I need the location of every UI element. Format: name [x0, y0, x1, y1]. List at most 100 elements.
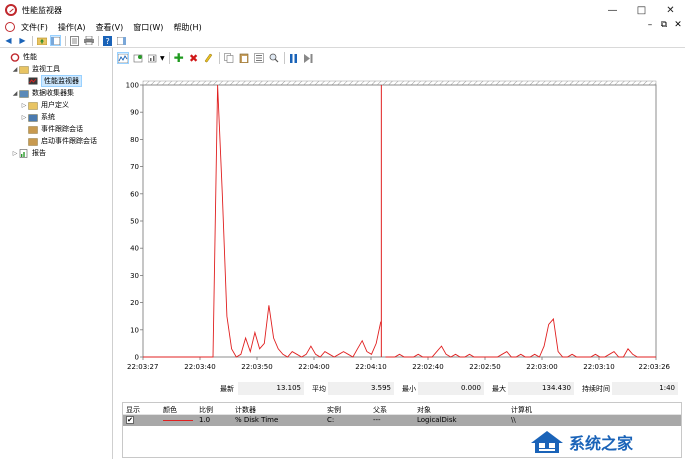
collector-set-icon — [19, 89, 29, 98]
counter-computer: \\ — [511, 416, 516, 424]
toolbar-separator — [65, 35, 66, 46]
col-parent[interactable]: 父系 — [373, 405, 387, 415]
last-label: 最新 — [220, 385, 234, 393]
tree-item[interactable]: 启动事件跟踪会话 — [20, 135, 97, 147]
console-tree: 性能 ◢ 监视工具 性能监视器 ◢ 数据收集器集 ▷ 用户定义 ▷ 系统 事件跟踪会话 启动事件跟踪会… — [0, 48, 113, 459]
col-color[interactable]: 颜色 — [163, 405, 177, 415]
menu-help[interactable]: 帮助(H) — [173, 22, 201, 33]
tree-expander-icon[interactable]: ▷ — [20, 102, 28, 109]
print-button[interactable] — [83, 35, 94, 46]
maximum-label: 最大 — [492, 385, 506, 393]
mdi-close-button[interactable]: ✕ — [671, 20, 685, 30]
properties-button[interactable] — [69, 35, 80, 46]
help-button[interactable]: ? — [102, 35, 113, 46]
arrow-right-icon: ▶ — [19, 36, 26, 45]
menu-action[interactable]: 操作(A) — [58, 22, 86, 33]
y-tick-label: 50 — [130, 218, 139, 226]
house-logo-icon — [531, 431, 563, 453]
up-folder-button[interactable] — [36, 35, 47, 46]
tree-item-label: 监视工具 — [32, 65, 60, 73]
folder-up-icon — [36, 37, 47, 45]
tree-item-label: 事件跟踪会话 — [41, 125, 83, 133]
watermark-text: 系统之家 — [569, 434, 634, 453]
tree-expander-icon[interactable]: ▷ — [20, 114, 28, 121]
minimize-button[interactable]: — — [598, 0, 627, 20]
series-color-swatch — [163, 420, 193, 421]
toolbar-separator — [98, 35, 99, 46]
title-bar: 性能监视器 — □ ✕ — [0, 0, 685, 20]
show-hide-console-tree-button[interactable] — [50, 35, 61, 46]
x-tick-label: 22:04:00 — [298, 363, 329, 371]
col-show[interactable]: 显示 — [126, 405, 140, 415]
tree-item-label: 性能监视器 — [41, 75, 82, 87]
folder-icon — [28, 101, 38, 110]
show-checkbox[interactable]: ✔ — [126, 416, 134, 424]
tree-item[interactable]: ▷ 系统 — [20, 111, 55, 123]
y-tick-label: 0 — [135, 354, 139, 362]
y-tick-label: 100 — [126, 82, 139, 90]
tree-item-label: 系统 — [41, 113, 55, 121]
svg-text:?: ? — [106, 37, 110, 46]
tree-item[interactable]: ▷ 报告 — [11, 147, 46, 159]
col-counter[interactable]: 计数器 — [235, 405, 256, 415]
counter-row[interactable]: ✔ 1.0 % Disk Time C: --- LogicalDisk \\ — [123, 415, 681, 426]
x-tick-label: 22:02:50 — [469, 363, 500, 371]
tree-item[interactable]: ◢ 数据收集器集 — [11, 87, 74, 99]
duration-value: 1:40 — [612, 382, 678, 395]
chart-top-strip — [142, 80, 657, 86]
tree-item-label: 报告 — [32, 149, 46, 157]
x-tick-label: 22:03:40 — [184, 363, 215, 371]
menu-app-icon[interactable] — [5, 22, 15, 32]
col-computer[interactable]: 计算机 — [511, 405, 532, 415]
system-icon — [28, 113, 38, 122]
tree-expander-icon[interactable]: ◢ — [11, 90, 19, 97]
tree-item-label: 数据收集器集 — [32, 89, 74, 97]
x-tick-label: 22:03:27 — [127, 363, 158, 371]
col-object[interactable]: 对象 — [417, 405, 431, 415]
forward-button[interactable]: ▶ — [17, 35, 28, 46]
counter-scale: 1.0 — [199, 416, 211, 424]
window-controls: — □ ✕ — [598, 0, 685, 20]
main-toolbar: ◀ ▶ ? — [0, 34, 685, 48]
col-scale[interactable]: 比例 — [199, 405, 213, 415]
menu-bar: 文件(F) 操作(A) 查看(V) 窗口(W) 帮助(H) – ⧉ ✕ — [0, 20, 685, 34]
last-value: 13.105 — [238, 382, 304, 395]
tree-item[interactable]: ▷ 用户定义 — [20, 99, 69, 111]
counter-parent: --- — [373, 416, 381, 424]
close-button[interactable]: ✕ — [656, 0, 685, 20]
menu-view[interactable]: 查看(V) — [96, 22, 124, 33]
back-button[interactable]: ◀ — [3, 35, 14, 46]
y-tick-label: 10 — [130, 326, 139, 334]
mdi-restore-button[interactable]: ⧉ — [657, 20, 671, 30]
average-value: 3.595 — [328, 382, 394, 395]
tree-item[interactable]: ◢ 监视工具 — [11, 63, 60, 75]
tree-expander-icon[interactable]: ▷ — [11, 150, 19, 157]
x-tick-label: 22:03:00 — [526, 363, 557, 371]
help-icon: ? — [103, 35, 112, 46]
x-tick-label: 22:04:10 — [355, 363, 386, 371]
tree-item-label: 启动事件跟踪会话 — [41, 137, 97, 145]
mdi-controls: – ⧉ ✕ — [643, 20, 685, 30]
menu-window[interactable]: 窗口(W) — [133, 22, 163, 33]
tree-item[interactable]: 性能监视器 — [20, 75, 82, 87]
col-instance[interactable]: 实例 — [327, 405, 341, 415]
printer-icon — [83, 36, 94, 45]
y-tick-label: 90 — [130, 109, 139, 117]
show-hide-action-pane-button[interactable] — [116, 35, 127, 46]
counter-table-header: 显示 颜色 比例 计数器 实例 父系 对象 计算机 — [123, 403, 681, 415]
maximize-button[interactable]: □ — [627, 0, 656, 20]
mdi-minimize-button[interactable]: – — [643, 20, 657, 30]
monitor-chart-icon — [28, 77, 38, 84]
y-tick-label: 70 — [130, 163, 139, 171]
performance-monitor-app-icon — [5, 4, 17, 16]
tree-item[interactable]: 事件跟踪会话 — [20, 123, 83, 135]
duration-label: 持续时间 — [582, 385, 610, 393]
x-tick-label: 22:03:10 — [583, 363, 614, 371]
watermark: 系统之家 — [529, 427, 679, 457]
action-pane-icon — [117, 36, 126, 45]
plot-area — [142, 84, 657, 358]
minimum-label: 最小 — [402, 385, 416, 393]
tree-item[interactable]: 性能 — [2, 51, 37, 63]
tree-expander-icon[interactable]: ◢ — [11, 66, 19, 73]
menu-file[interactable]: 文件(F) — [21, 22, 48, 33]
